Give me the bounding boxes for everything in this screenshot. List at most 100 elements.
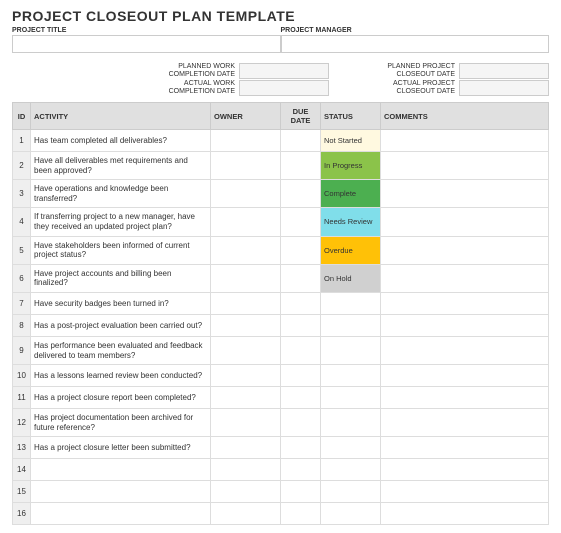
- cell-owner[interactable]: [211, 503, 281, 525]
- cell-comments[interactable]: [381, 336, 549, 364]
- table-row: 4If transferring project to a new manage…: [13, 208, 549, 236]
- cell-status[interactable]: [321, 437, 381, 459]
- cell-owner[interactable]: [211, 387, 281, 409]
- cell-activity[interactable]: Has team completed all deliverables?: [31, 130, 211, 152]
- project-title-input[interactable]: [12, 35, 281, 53]
- cell-id: 12: [13, 409, 31, 437]
- cell-comments[interactable]: [381, 409, 549, 437]
- cell-status[interactable]: [321, 336, 381, 364]
- cell-owner[interactable]: [211, 365, 281, 387]
- cell-activity[interactable]: Have security badges been turned in?: [31, 292, 211, 314]
- cell-activity[interactable]: Has performance been evaluated and feedb…: [31, 336, 211, 364]
- cell-status[interactable]: [321, 481, 381, 503]
- cell-comments[interactable]: [381, 236, 549, 264]
- planned-closeout-input[interactable]: [459, 63, 549, 79]
- cell-activity[interactable]: Has a project closure letter been submit…: [31, 437, 211, 459]
- cell-activity[interactable]: Have project accounts and billing been f…: [31, 264, 211, 292]
- cell-status[interactable]: [321, 503, 381, 525]
- actual-closeout-input[interactable]: [459, 80, 549, 96]
- cell-due[interactable]: [281, 365, 321, 387]
- project-manager-input[interactable]: [281, 35, 550, 53]
- cell-due[interactable]: [281, 130, 321, 152]
- cell-due[interactable]: [281, 236, 321, 264]
- cell-owner[interactable]: [211, 459, 281, 481]
- cell-owner[interactable]: [211, 336, 281, 364]
- cell-activity[interactable]: Have all deliverables met requirements a…: [31, 152, 211, 180]
- cell-id: 3: [13, 180, 31, 208]
- cell-owner[interactable]: [211, 130, 281, 152]
- actual-work-input[interactable]: [239, 80, 329, 96]
- cell-due[interactable]: [281, 208, 321, 236]
- cell-owner[interactable]: [211, 180, 281, 208]
- cell-comments[interactable]: [381, 459, 549, 481]
- cell-due[interactable]: [281, 180, 321, 208]
- cell-status[interactable]: On Hold: [321, 264, 381, 292]
- cell-owner[interactable]: [211, 409, 281, 437]
- cell-owner[interactable]: [211, 292, 281, 314]
- cell-due[interactable]: [281, 503, 321, 525]
- cell-comments[interactable]: [381, 503, 549, 525]
- cell-owner[interactable]: [211, 152, 281, 180]
- cell-due[interactable]: [281, 459, 321, 481]
- cell-activity[interactable]: Have operations and knowledge been trans…: [31, 180, 211, 208]
- cell-due[interactable]: [281, 481, 321, 503]
- cell-due[interactable]: [281, 409, 321, 437]
- cell-comments[interactable]: [381, 152, 549, 180]
- cell-activity[interactable]: Has a project closure report been comple…: [31, 387, 211, 409]
- cell-activity[interactable]: [31, 459, 211, 481]
- cell-comments[interactable]: [381, 180, 549, 208]
- planned-work-input[interactable]: [239, 63, 329, 79]
- cell-comments[interactable]: [381, 387, 549, 409]
- cell-owner[interactable]: [211, 437, 281, 459]
- cell-status[interactable]: Complete: [321, 180, 381, 208]
- cell-owner[interactable]: [211, 264, 281, 292]
- cell-owner[interactable]: [211, 481, 281, 503]
- page: PROJECT CLOSEOUT PLAN TEMPLATE PROJECT T…: [0, 0, 561, 533]
- cell-comments[interactable]: [381, 437, 549, 459]
- cell-status[interactable]: Needs Review: [321, 208, 381, 236]
- header-id: ID: [13, 103, 31, 130]
- cell-activity[interactable]: [31, 481, 211, 503]
- cell-comments[interactable]: [381, 365, 549, 387]
- cell-comments[interactable]: [381, 208, 549, 236]
- header-due: DUE DATE: [281, 103, 321, 130]
- cell-status[interactable]: In Progress: [321, 152, 381, 180]
- cell-activity[interactable]: Have stakeholders been informed of curre…: [31, 236, 211, 264]
- cell-activity[interactable]: If transferring project to a new manager…: [31, 208, 211, 236]
- cell-status[interactable]: Overdue: [321, 236, 381, 264]
- cell-status[interactable]: [321, 292, 381, 314]
- cell-status[interactable]: [321, 365, 381, 387]
- cell-owner[interactable]: [211, 314, 281, 336]
- cell-activity[interactable]: Has project documentation been archived …: [31, 409, 211, 437]
- cell-due[interactable]: [281, 264, 321, 292]
- cell-comments[interactable]: [381, 264, 549, 292]
- cell-owner[interactable]: [211, 208, 281, 236]
- cell-due[interactable]: [281, 387, 321, 409]
- cell-status[interactable]: Not Started: [321, 130, 381, 152]
- cell-owner[interactable]: [211, 236, 281, 264]
- cell-due[interactable]: [281, 336, 321, 364]
- cell-due[interactable]: [281, 437, 321, 459]
- cell-status[interactable]: [321, 459, 381, 481]
- cell-status[interactable]: [321, 409, 381, 437]
- cell-due[interactable]: [281, 314, 321, 336]
- cell-comments[interactable]: [381, 481, 549, 503]
- table-row: 15: [13, 481, 549, 503]
- cell-activity[interactable]: Has a post-project evaluation been carri…: [31, 314, 211, 336]
- cell-due[interactable]: [281, 292, 321, 314]
- cell-status[interactable]: [321, 387, 381, 409]
- date-block: PLANNED WORK COMPLETION DATE ACTUAL WORK…: [12, 63, 549, 96]
- header-comments: COMMENTS: [381, 103, 549, 130]
- cell-activity[interactable]: [31, 503, 211, 525]
- cell-status[interactable]: [321, 314, 381, 336]
- actual-closeout-label: ACTUAL PROJECT CLOSEOUT DATE: [369, 80, 459, 95]
- cell-comments[interactable]: [381, 130, 549, 152]
- cell-due[interactable]: [281, 152, 321, 180]
- table-row: 12Has project documentation been archive…: [13, 409, 549, 437]
- table-row: 11Has a project closure report been comp…: [13, 387, 549, 409]
- cell-comments[interactable]: [381, 314, 549, 336]
- table-row: 3Have operations and knowledge been tran…: [13, 180, 549, 208]
- cell-activity[interactable]: Has a lessons learned review been conduc…: [31, 365, 211, 387]
- cell-comments[interactable]: [381, 292, 549, 314]
- header-activity: ACTIVITY: [31, 103, 211, 130]
